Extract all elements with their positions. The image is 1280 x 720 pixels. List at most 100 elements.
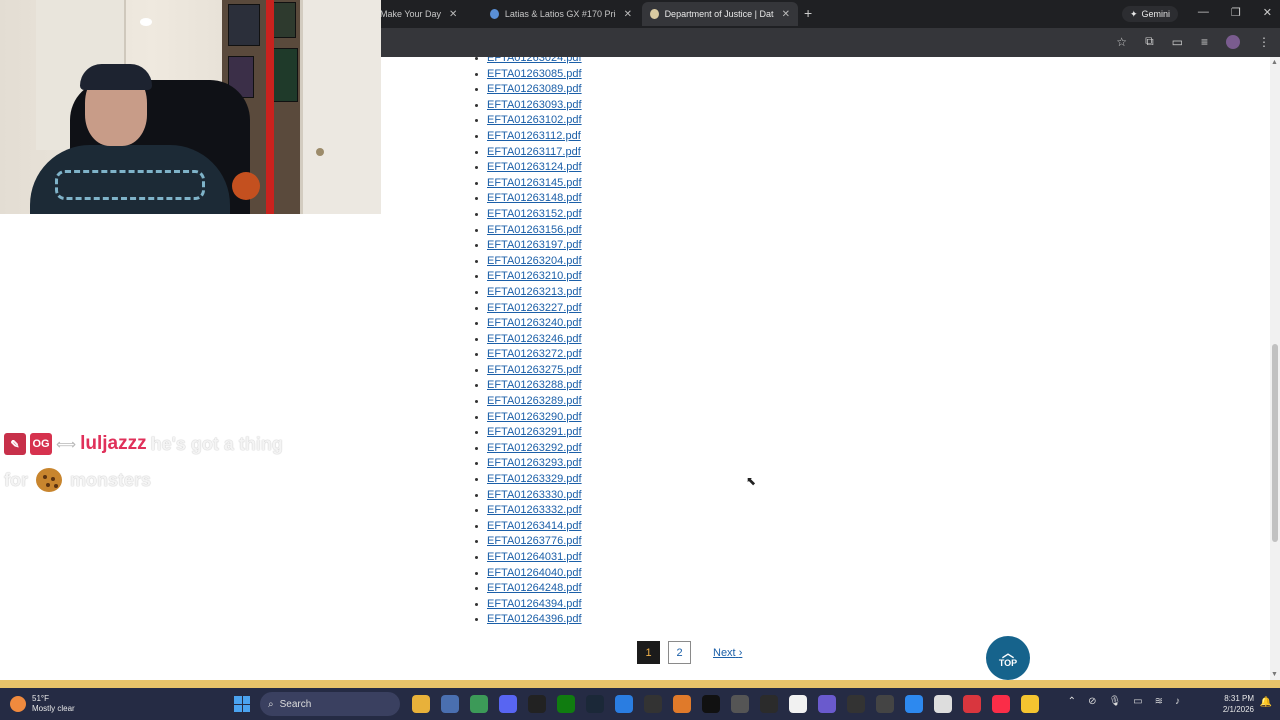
minimize-icon[interactable]: —	[1198, 6, 1209, 19]
file-explorer-icon[interactable]	[412, 695, 430, 713]
weather-widget[interactable]: 51°F Mostly clear	[10, 694, 75, 714]
pdf-file-link[interactable]: EFTA01263024.pdf	[487, 57, 582, 64]
app-icon[interactable]	[615, 695, 633, 713]
restore-icon[interactable]: ❐	[1231, 6, 1241, 19]
app-grid-icon[interactable]	[818, 695, 836, 713]
pdf-file-link[interactable]: EFTA01263204.pdf	[487, 255, 582, 267]
music-icon[interactable]	[992, 695, 1010, 713]
page-1-current[interactable]: 1	[637, 641, 660, 664]
page-2-link[interactable]: 2	[668, 641, 691, 664]
page-scrollbar[interactable]: ▲ ▼	[1270, 57, 1280, 680]
notification-bell-icon[interactable]: 🔔	[1260, 697, 1272, 708]
pdf-file-link[interactable]: EFTA01263293.pdf	[487, 457, 582, 469]
chevron-up-icon[interactable]: ⌃	[1068, 696, 1076, 707]
pdf-file-link[interactable]: EFTA01264248.pdf	[487, 582, 582, 594]
pdf-file-link[interactable]: EFTA01263291.pdf	[487, 426, 582, 438]
pdf-file-link[interactable]: EFTA01263332.pdf	[487, 504, 582, 516]
pdf-file-link[interactable]: EFTA01263093.pdf	[487, 99, 582, 111]
back-to-top-button[interactable]: ︿ TOP	[986, 636, 1030, 680]
profile-avatar[interactable]	[1226, 34, 1240, 49]
pdf-file-link[interactable]: EFTA01263289.pdf	[487, 395, 582, 407]
wifi-icon[interactable]: ≋	[1155, 696, 1163, 707]
pdf-file-link[interactable]: EFTA01263414.pdf	[487, 520, 582, 532]
pdf-file-link[interactable]: EFTA01263197.pdf	[487, 239, 582, 251]
pdf-file-link[interactable]: EFTA01263227.pdf	[487, 302, 582, 314]
app-icon[interactable]	[673, 695, 691, 713]
start-button-icon[interactable]	[234, 696, 250, 712]
pdf-file-link[interactable]: EFTA01263292.pdf	[487, 442, 582, 454]
pdf-file-link[interactable]: EFTA01264031.pdf	[487, 551, 582, 563]
new-tab-button[interactable]: +	[804, 5, 812, 21]
scroll-up-arrow-icon[interactable]: ▲	[1271, 59, 1278, 66]
volume-icon[interactable]: ♪	[1175, 696, 1180, 707]
store-icon[interactable]	[441, 695, 459, 713]
pdf-file-link[interactable]: EFTA01263156.pdf	[487, 224, 582, 236]
pdf-file-link[interactable]: EFTA01263145.pdf	[487, 177, 582, 189]
gemini-button[interactable]: ✦ Gemini	[1122, 6, 1179, 22]
pdf-file-link[interactable]: EFTA01263272.pdf	[487, 348, 582, 360]
epic-games-icon[interactable]	[528, 695, 546, 713]
taskbar-search[interactable]: ⌕ Search	[260, 692, 400, 716]
cast-icon[interactable]: ▭	[1172, 35, 1183, 49]
capcut-icon[interactable]	[644, 695, 662, 713]
tab-doj-data[interactable]: Department of Justice | Data Se ✕	[642, 2, 798, 26]
pdf-file-link[interactable]: EFTA01264396.pdf	[487, 613, 582, 625]
settings-gear-icon[interactable]	[731, 695, 749, 713]
pdf-file-link[interactable]: EFTA01263112.pdf	[487, 130, 581, 142]
tab-latias-prices[interactable]: Latias & Latios GX #170 Prices ✕	[482, 2, 640, 26]
close-tab-icon[interactable]: ✕	[624, 9, 632, 20]
display-icon[interactable]: ▭	[1133, 696, 1142, 707]
pdf-file-link[interactable]: EFTA01264040.pdf	[487, 567, 582, 579]
app-yellow-icon[interactable]	[1021, 695, 1039, 713]
pdf-file-link[interactable]: EFTA01263246.pdf	[487, 333, 582, 345]
microphone-icon[interactable]: 🎙	[1108, 696, 1121, 707]
pdf-file-link[interactable]: EFTA01263148.pdf	[487, 192, 582, 204]
pdf-file-link[interactable]: EFTA01263776.pdf	[487, 535, 582, 547]
close-window-icon[interactable]: ✕	[1263, 6, 1272, 19]
file-list-item: EFTA01263332.pdf	[487, 503, 582, 519]
close-tab-icon[interactable]: ✕	[782, 9, 790, 20]
taskbar-clock[interactable]: 8:31 PM 2/1/2026	[1223, 693, 1254, 715]
pdf-file-link[interactable]: EFTA01263240.pdf	[487, 317, 582, 329]
chrome-icon[interactable]	[470, 695, 488, 713]
xbox-icon[interactable]	[557, 695, 575, 713]
pdf-file-link[interactable]: EFTA01263210.pdf	[487, 270, 582, 282]
pagination: 1 2 Next ›	[637, 641, 742, 664]
edge-icon[interactable]	[905, 695, 923, 713]
close-tab-icon[interactable]: ✕	[449, 9, 457, 20]
discord-icon[interactable]	[499, 695, 517, 713]
extensions-icon[interactable]: ⧉	[1145, 34, 1154, 49]
menu-kebab-icon[interactable]: ⋮	[1258, 35, 1270, 49]
pdf-file-link[interactable]: EFTA01263329.pdf	[487, 473, 582, 485]
pen-tool-icon[interactable]	[702, 695, 720, 713]
tab-make-your-day[interactable]: Make Your Day ✕	[372, 2, 480, 26]
weather-desc: Mostly clear	[32, 704, 75, 713]
steam-icon[interactable]	[586, 695, 604, 713]
media-control-icon[interactable]: ≡	[1201, 35, 1208, 49]
next-page-link[interactable]: Next ›	[713, 647, 742, 659]
pdf-file-link[interactable]: EFTA01264394.pdf	[487, 598, 582, 610]
4k-downloader-icon[interactable]	[847, 695, 865, 713]
app-icon[interactable]	[789, 695, 807, 713]
pdf-file-link[interactable]: EFTA01263124.pdf	[487, 161, 582, 173]
taskbar-accent-line	[0, 680, 1280, 688]
scroll-down-arrow-icon[interactable]: ▼	[1271, 671, 1278, 678]
app-red-icon[interactable]	[963, 695, 981, 713]
network-off-icon[interactable]: ⊘	[1088, 696, 1096, 707]
scroll-thumb[interactable]	[1272, 344, 1278, 542]
pdf-file-link[interactable]: EFTA01263213.pdf	[487, 286, 582, 298]
pdf-file-link[interactable]: EFTA01263290.pdf	[487, 411, 582, 423]
pdf-file-link[interactable]: EFTA01263275.pdf	[487, 364, 582, 376]
pdf-file-link[interactable]: EFTA01263152.pdf	[487, 208, 582, 220]
bookmark-star-icon[interactable]: ☆	[1116, 35, 1127, 49]
pdf-file-link[interactable]: EFTA01263117.pdf	[487, 146, 581, 158]
pdf-file-link[interactable]: EFTA01263288.pdf	[487, 379, 582, 391]
notepad-icon[interactable]	[934, 695, 952, 713]
pdf-file-link[interactable]: EFTA01263330.pdf	[487, 489, 582, 501]
weather-moon-icon	[10, 696, 26, 712]
capture-icon[interactable]	[876, 695, 894, 713]
pdf-file-link[interactable]: EFTA01263085.pdf	[487, 68, 582, 80]
pdf-file-link[interactable]: EFTA01263089.pdf	[487, 83, 582, 95]
pdf-file-link[interactable]: EFTA01263102.pdf	[487, 114, 582, 126]
obs-icon[interactable]	[760, 695, 778, 713]
